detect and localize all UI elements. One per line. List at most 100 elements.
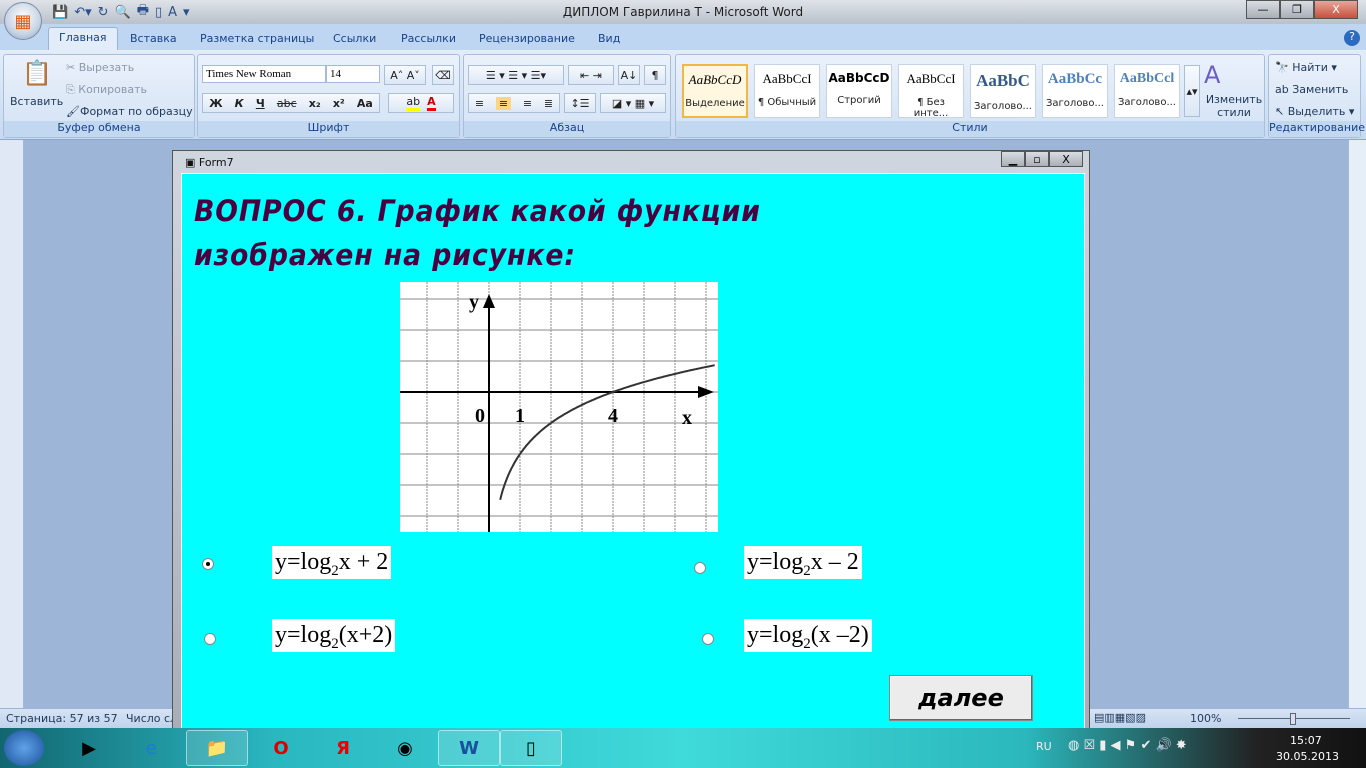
- tab-page-layout[interactable]: Разметка страницы: [190, 29, 324, 48]
- shading-borders-icon[interactable]: ◪ ▾ ▦ ▾: [600, 93, 666, 113]
- line-spacing-icon[interactable]: ↕☰: [564, 93, 596, 113]
- form-close-button[interactable]: X: [1049, 151, 1083, 167]
- group-label: Редактирование: [1269, 121, 1365, 137]
- superscript-button[interactable]: x²: [333, 97, 345, 110]
- ribbon-tabs: Главная Вставка Разметка страницы Ссылки…: [0, 24, 1366, 51]
- restore-button[interactable]: ❐: [1280, 0, 1314, 19]
- replace-button[interactable]: ab Заменить: [1275, 83, 1348, 96]
- tab-references[interactable]: Ссылки: [323, 29, 386, 48]
- option-radio[interactable]: [702, 633, 714, 645]
- style-item[interactable]: AaBbCcI ¶ Без инте...: [898, 64, 964, 119]
- style-item[interactable]: AaBbC Заголово...: [970, 64, 1036, 118]
- zoom-thumb[interactable]: [1290, 713, 1296, 725]
- formula-prefix: y=log: [275, 622, 332, 648]
- highlight-icon[interactable]: ab: [406, 95, 421, 111]
- style-sample: AaBbC: [976, 71, 1030, 90]
- shrink-font-button[interactable]: A˅: [407, 69, 420, 82]
- align-left-icon[interactable]: ≡: [475, 97, 484, 110]
- justify-icon[interactable]: ≣: [544, 97, 553, 110]
- form-minimize-button[interactable]: ▁: [1001, 151, 1025, 167]
- clear-format-icon[interactable]: ⌫: [432, 65, 454, 85]
- highlight-color-buttons[interactable]: ab A: [388, 93, 454, 113]
- paste-button[interactable]: Вставить: [10, 95, 63, 108]
- option-radio[interactable]: [694, 562, 706, 574]
- internet-explorer-icon[interactable]: e: [120, 730, 182, 766]
- group-label: Стили: [676, 121, 1264, 137]
- style-item[interactable]: AaBbCcl Заголово...: [1114, 64, 1180, 118]
- subscript-button[interactable]: x₂: [309, 97, 321, 110]
- style-name: Строгий: [837, 95, 881, 106]
- tab-view[interactable]: Вид: [588, 29, 630, 48]
- option-radio[interactable]: [202, 558, 214, 570]
- indent-buttons[interactable]: ⇤ ⇥: [568, 65, 614, 85]
- office-button[interactable]: ▦: [4, 2, 42, 40]
- formula-prefix: y=log: [747, 622, 804, 648]
- align-right-icon[interactable]: ≡: [523, 97, 532, 110]
- chrome-icon[interactable]: ◉: [374, 730, 436, 766]
- format-painter-button[interactable]: 🖌Формат по образцу: [66, 105, 193, 118]
- start-button[interactable]: [4, 730, 44, 766]
- find-button[interactable]: 🔭 Найти ▾: [1275, 61, 1337, 74]
- align-center-icon[interactable]: ≡: [495, 96, 512, 110]
- form-app-icon[interactable]: ▯: [500, 730, 562, 766]
- italic-button[interactable]: К: [235, 97, 244, 110]
- style-sample: AaBbCcI: [762, 71, 812, 86]
- show-marks-button[interactable]: ¶: [644, 65, 666, 85]
- question-line-2: изображен на рисунке:: [194, 238, 576, 272]
- style-item[interactable]: AaBbCc Заголово...: [1042, 64, 1108, 118]
- form-maximize-button[interactable]: ▫: [1025, 151, 1049, 167]
- font-format-buttons: Ж К Чabc x₂ x² Aa: [202, 93, 380, 113]
- style-item[interactable]: AaBbCcI ¶ Обычный: [754, 64, 820, 118]
- page-count[interactable]: Страница: 57 из 57: [6, 712, 118, 725]
- word-count[interactable]: Число сл: [126, 712, 177, 725]
- style-item[interactable]: AaBbCcD Строгий: [826, 64, 892, 118]
- tab-review[interactable]: Рецензирование: [469, 29, 585, 48]
- group-label: Шрифт: [198, 121, 459, 137]
- underline-button[interactable]: Ч: [256, 97, 265, 110]
- zoom-level[interactable]: 100%: [1190, 712, 1221, 725]
- style-sample: AaBbCcD: [828, 71, 890, 85]
- formula-base: 2: [331, 635, 339, 652]
- media-player-icon[interactable]: ▶: [58, 730, 120, 766]
- grow-font-button[interactable]: A˄: [390, 69, 403, 82]
- yandex-icon[interactable]: Я: [312, 730, 374, 766]
- option-radio[interactable]: [204, 633, 216, 645]
- explorer-icon[interactable]: 📁: [186, 730, 248, 766]
- close-button[interactable]: X: [1314, 0, 1358, 19]
- tab-mailings[interactable]: Рассылки: [391, 29, 466, 48]
- replace-label: Заменить: [1292, 83, 1349, 96]
- next-button[interactable]: далее: [889, 675, 1033, 721]
- opera-icon[interactable]: O: [250, 730, 312, 766]
- tab-insert[interactable]: Вставка: [120, 29, 187, 48]
- copy-button[interactable]: ⎘ Копировать: [66, 83, 147, 97]
- view-buttons[interactable]: ▤▥▦▧▨: [1094, 711, 1146, 724]
- tray-icons[interactable]: ◍ ☒ ▮ ◀ ⚑ ✔ 🔊 ✸: [1068, 738, 1187, 753]
- bold-button[interactable]: Ж: [209, 97, 222, 110]
- function-curve: [499, 364, 715, 500]
- font-size-select[interactable]: 14: [326, 65, 380, 83]
- vertical-scrollbar[interactable]: [1348, 140, 1366, 708]
- font-color-icon[interactable]: A: [427, 95, 436, 111]
- clock-date[interactable]: 30.05.2013: [1276, 750, 1339, 763]
- cut-button[interactable]: ✂ Вырезать: [66, 61, 134, 74]
- strikethrough-button[interactable]: abc: [277, 97, 297, 110]
- style-item[interactable]: AaBbCcD Выделение: [682, 64, 748, 118]
- clipboard-group: 📋 Вставить ✂ Вырезать ⎘ Копировать 🖌Форм…: [3, 54, 195, 138]
- grow-shrink-font[interactable]: A˄ A˅: [384, 65, 426, 85]
- sort-icon[interactable]: A↓: [618, 65, 640, 85]
- tab-home[interactable]: Главная: [48, 27, 118, 51]
- zoom-slider[interactable]: [1228, 713, 1360, 725]
- change-styles-button[interactable]: Изменить стили: [1204, 93, 1264, 119]
- paste-icon[interactable]: 📋: [22, 59, 52, 87]
- list-buttons[interactable]: ☰ ▾ ☰ ▾ ☰▾: [468, 65, 564, 85]
- minimize-button[interactable]: —: [1246, 0, 1280, 19]
- styles-scroll[interactable]: ▴▾: [1184, 65, 1200, 117]
- font-name-select[interactable]: Times New Roman: [202, 65, 326, 83]
- change-case-button[interactable]: Aa: [357, 97, 373, 110]
- help-icon[interactable]: ?: [1344, 30, 1360, 46]
- word-icon[interactable]: W: [438, 730, 500, 766]
- language-indicator[interactable]: RU: [1036, 740, 1052, 753]
- title-bar: ▦ 💾 ↶▾ ↻ 🔍 🖶 ▯ A ▾ ДИПЛОМ Гаврилина Т - Microso…: [0, 0, 1366, 40]
- select-button[interactable]: ↖ Выделить ▾: [1275, 105, 1354, 118]
- clock-time[interactable]: 15:07: [1290, 734, 1322, 747]
